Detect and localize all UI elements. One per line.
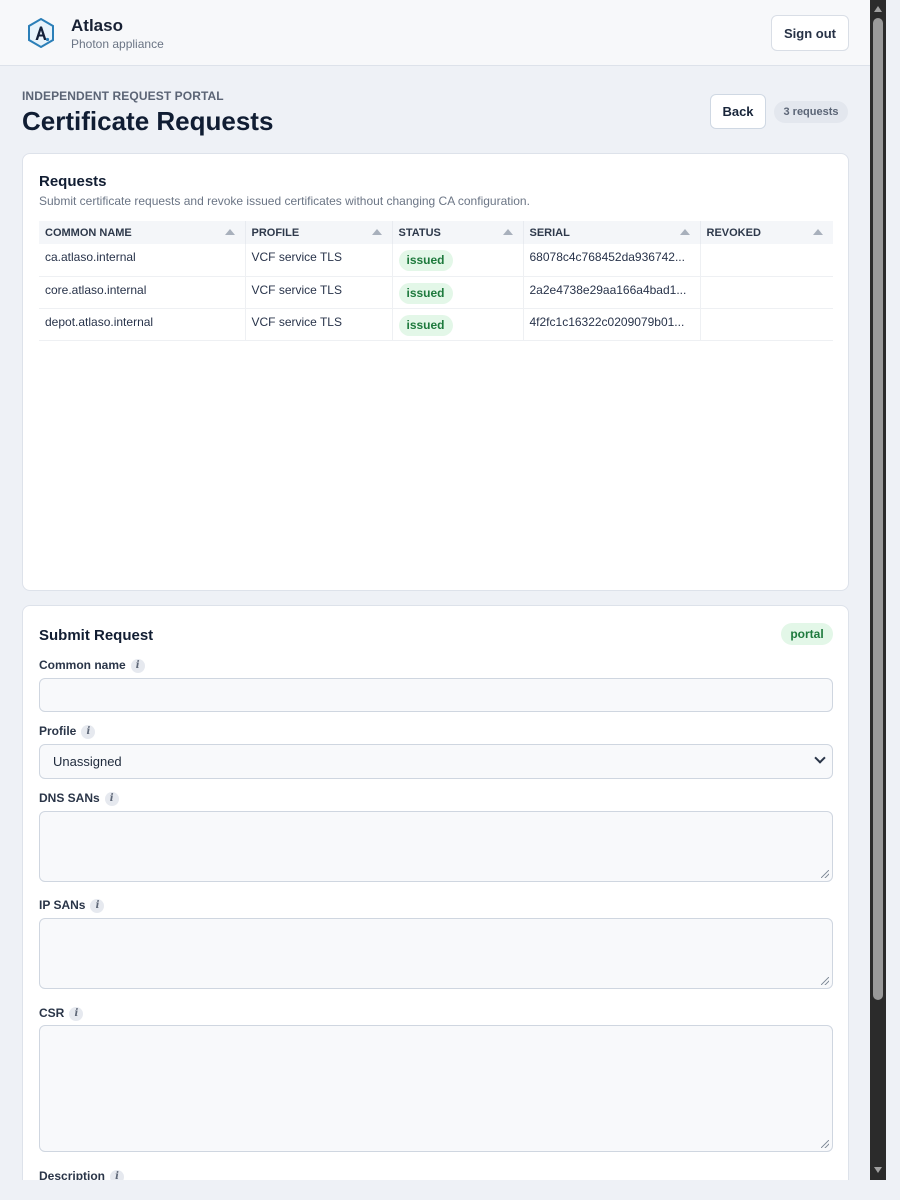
info-icon[interactable]: i — [90, 899, 105, 913]
sign-out-button[interactable]: Sign out — [771, 15, 849, 51]
cell-profile: VCF service TLS — [245, 244, 393, 277]
cell-status: issued — [392, 276, 524, 309]
csr-label: CSR i — [39, 1006, 84, 1021]
requests-title: Requests — [39, 173, 107, 190]
window-edge — [886, 0, 900, 1200]
scroll-down-arrow-icon[interactable] — [874, 1167, 882, 1173]
cell-common-name: ca.atlaso.internal — [39, 244, 246, 277]
status-badge: issued — [398, 250, 453, 271]
column-header-revoked[interactable]: REVOKED — [700, 221, 833, 244]
sort-icon[interactable] — [679, 229, 690, 235]
column-header-common-name[interactable]: COMMON NAME — [39, 221, 246, 244]
requests-table: COMMON NAME PROFILE STATUS SERIAL REVOKE… — [39, 221, 833, 341]
cell-revoked — [700, 244, 833, 277]
scroll-up-arrow-icon[interactable] — [874, 6, 882, 12]
app-header: Atlaso Photon appliance Sign out — [0, 0, 870, 66]
csr-textarea[interactable] — [39, 1025, 833, 1152]
window-bottom-edge — [0, 1180, 900, 1200]
column-header-profile[interactable]: PROFILE — [245, 221, 393, 244]
portal-badge: portal — [781, 623, 833, 645]
table-row[interactable]: core.atlaso.internal VCF service TLS iss… — [39, 276, 833, 309]
page-title: Certificate Requests — [22, 106, 274, 136]
cell-status: issued — [392, 308, 524, 341]
sort-icon[interactable] — [813, 229, 823, 235]
requests-description: Submit certificate requests and revoke i… — [39, 194, 530, 208]
page-eyebrow: INDEPENDENT REQUEST PORTAL — [22, 89, 224, 103]
info-icon[interactable]: i — [81, 725, 96, 739]
cell-serial: 4f2fc1c16322c0209079b01... — [523, 308, 701, 341]
sort-icon[interactable] — [502, 229, 513, 235]
status-badge: issued — [398, 282, 453, 304]
info-icon[interactable]: i — [69, 1007, 84, 1021]
resize-grip-icon[interactable] — [821, 977, 829, 985]
sort-icon[interactable] — [224, 229, 235, 235]
column-header-status[interactable]: STATUS — [392, 221, 524, 244]
cell-common-name: core.atlaso.internal — [39, 276, 246, 309]
info-icon[interactable]: i — [104, 792, 119, 806]
dns-sans-textarea[interactable] — [39, 811, 833, 882]
cell-revoked — [700, 308, 833, 341]
table-row[interactable]: ca.atlaso.internal VCF service TLS issue… — [39, 244, 833, 277]
description-label: Description i — [39, 1169, 125, 1180]
table-row[interactable]: depot.atlaso.internal VCF service TLS is… — [39, 308, 833, 341]
ip-sans-textarea[interactable] — [39, 918, 833, 989]
resize-grip-icon[interactable] — [821, 870, 829, 878]
requests-card: Requests Submit certificate requests and… — [22, 153, 849, 591]
info-icon[interactable]: i — [110, 1170, 125, 1180]
brand-name: Atlaso — [71, 16, 123, 35]
column-header-serial[interactable]: SERIAL — [523, 221, 701, 244]
resize-grip-icon[interactable] — [821, 1140, 829, 1148]
cell-revoked — [700, 276, 833, 309]
cell-common-name: depot.atlaso.internal — [39, 308, 246, 341]
chevron-down-icon — [814, 752, 826, 764]
profile-label: Profile i — [39, 724, 96, 739]
profile-selected-value: Unassigned — [53, 754, 122, 769]
sort-icon[interactable] — [371, 229, 382, 235]
common-name-label: Common name i — [39, 658, 145, 673]
submit-request-card: Submit Request portal Common name i Profi… — [22, 605, 849, 1180]
back-button[interactable]: Back — [710, 94, 766, 129]
submit-title: Submit Request — [39, 627, 154, 644]
status-badge: issued — [398, 314, 453, 336]
info-icon[interactable]: i — [130, 659, 145, 673]
table-header-row: COMMON NAME PROFILE STATUS SERIAL REVOKE… — [39, 221, 833, 244]
brand-subtitle: Photon appliance — [71, 37, 164, 51]
scrollbar-thumb[interactable] — [873, 18, 883, 1000]
cell-profile: VCF service TLS — [245, 276, 393, 309]
common-name-input[interactable] — [39, 678, 833, 712]
cell-serial: 2a2e4738e29aa166a4bad1... — [523, 276, 701, 309]
request-count-badge: 3 requests — [774, 101, 848, 123]
dns-sans-label: DNS SANs i — [39, 791, 119, 806]
profile-select[interactable]: Unassigned — [39, 744, 833, 779]
cell-profile: VCF service TLS — [245, 308, 393, 341]
cell-serial: 68078c4c768452da936742... — [523, 244, 701, 277]
cell-status: issued — [392, 244, 524, 277]
vertical-scrollbar[interactable] — [870, 0, 886, 1180]
atlaso-logo-icon — [28, 18, 54, 48]
page-viewport: Atlaso Photon appliance Sign out INDEPEN… — [0, 0, 870, 1180]
ip-sans-label: IP SANs i — [39, 898, 105, 913]
